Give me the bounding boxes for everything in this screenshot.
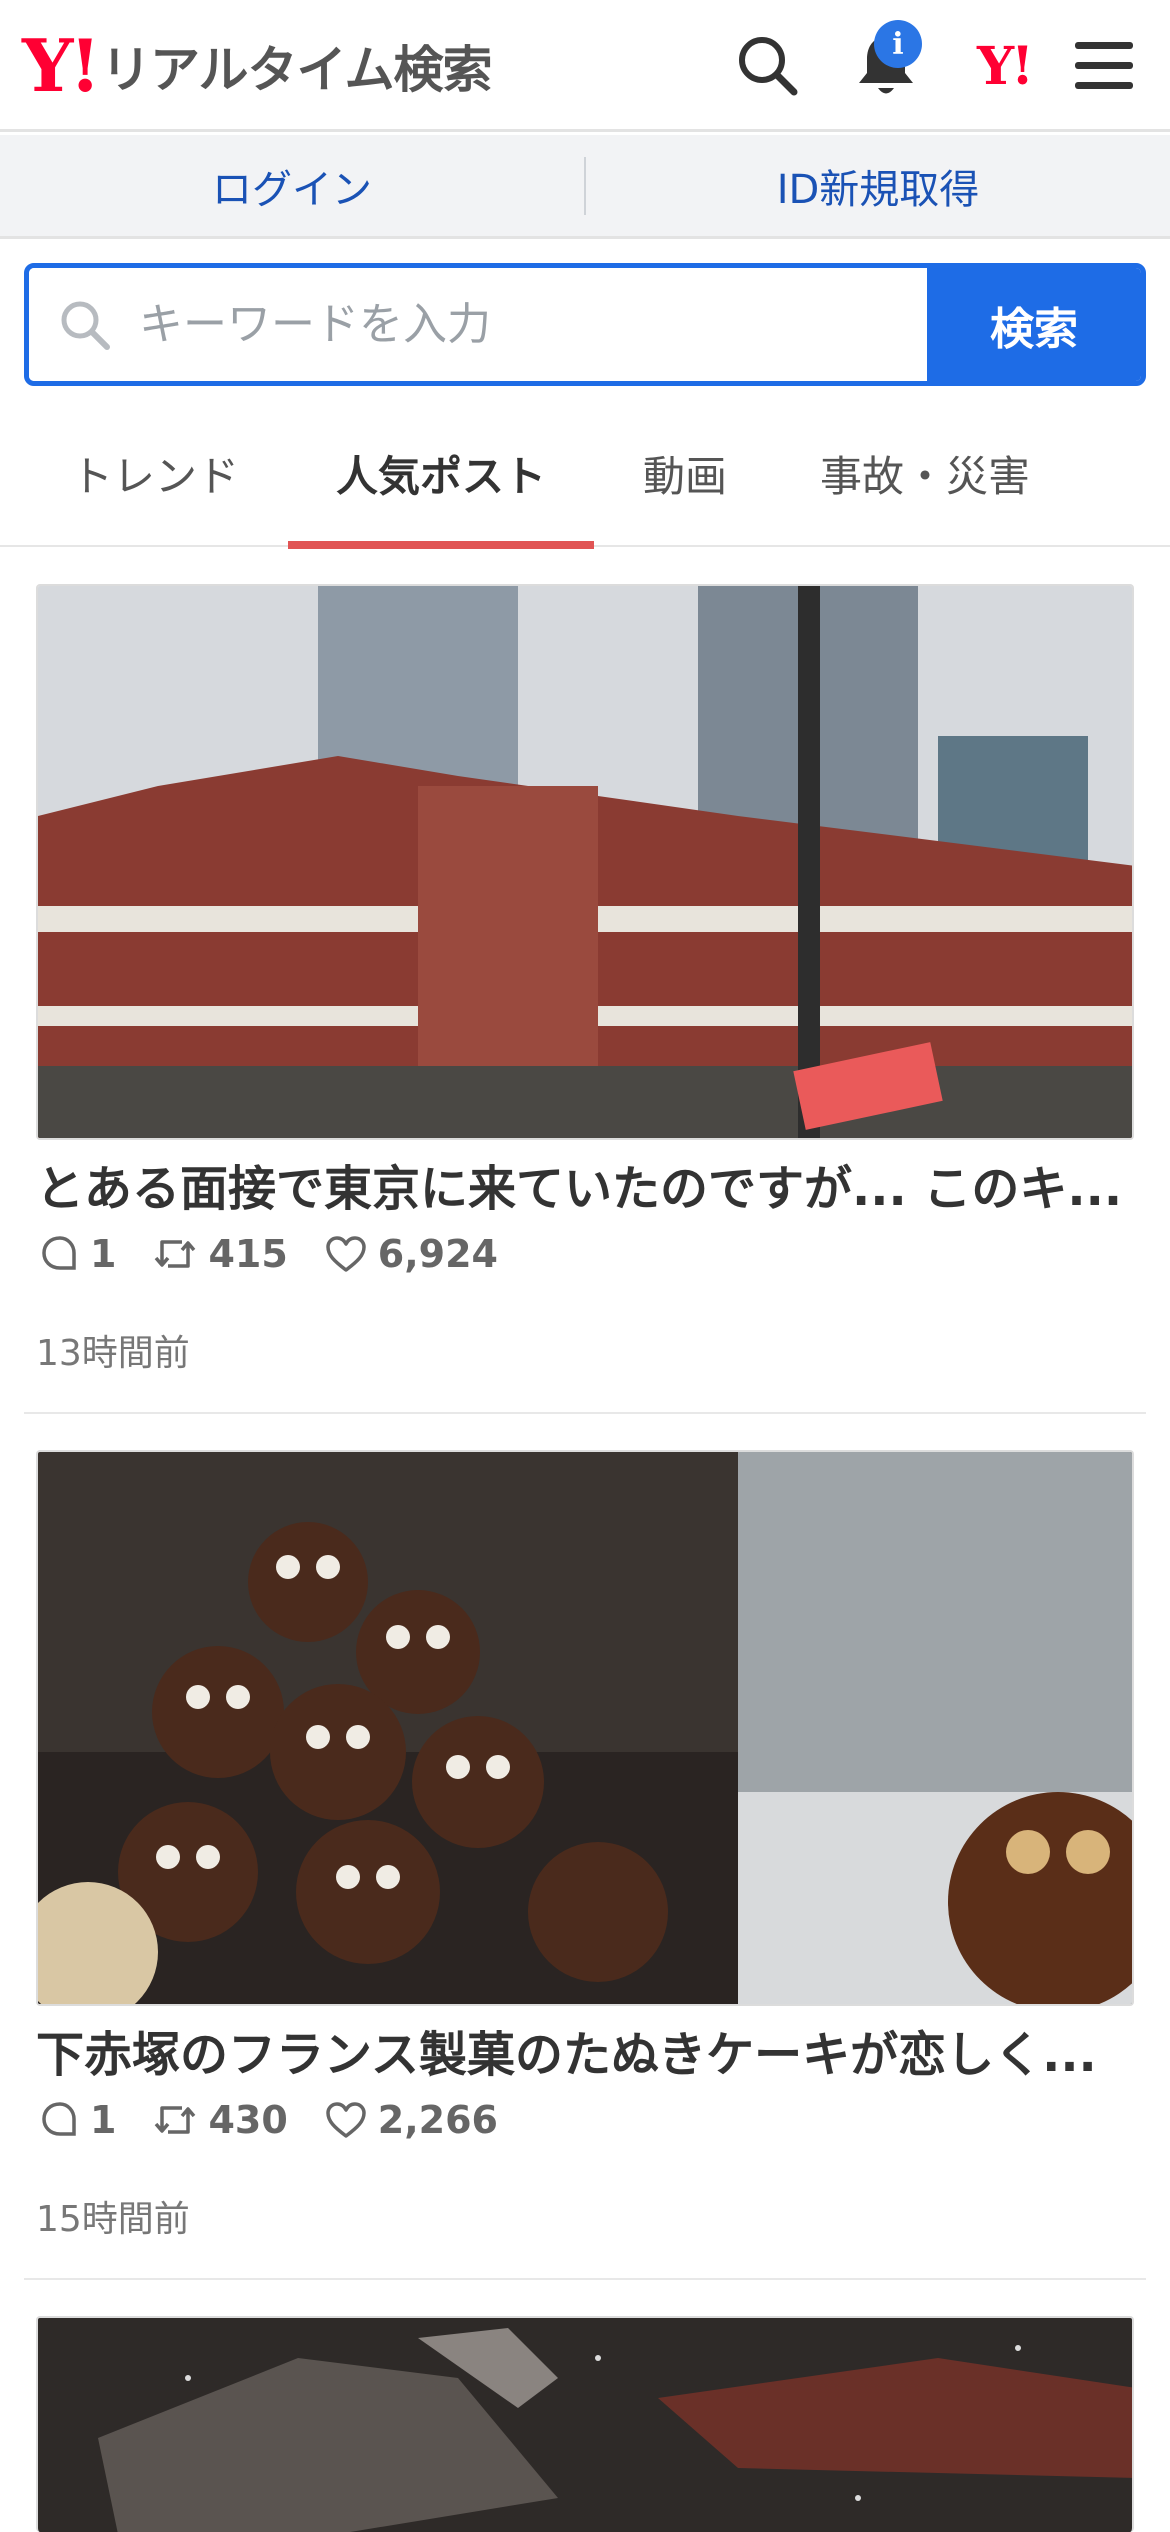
repost-count[interactable]: 415 — [152, 1232, 288, 1276]
post-divider — [24, 2278, 1146, 2280]
tab-popular-posts[interactable]: 人気ポスト — [288, 400, 594, 549]
tab-trend[interactable]: トレンド — [40, 400, 270, 547]
search-form: 検索 — [24, 263, 1146, 386]
post-stats: 1 415 6,924 — [40, 1229, 534, 1279]
account-bar: ログイン ID新規取得 — [0, 135, 1170, 239]
repost-icon — [155, 2106, 196, 2134]
like-count[interactable]: 2,266 — [324, 2098, 498, 2142]
service-name: リアルタイム検索 — [101, 41, 492, 99]
like-count[interactable]: 6,924 — [324, 1232, 498, 1276]
search-icon[interactable] — [730, 28, 806, 104]
reply-icon — [42, 2102, 76, 2136]
tokyo-station-photo-icon — [38, 586, 1132, 1138]
tab-video[interactable]: 動画 — [610, 400, 760, 547]
post-title[interactable]: とある面接で東京に来ていたのですが... このキ... — [36, 1154, 1134, 1224]
app-header: Y! リアルタイム検索 i Y! — [0, 0, 1170, 132]
post-timestamp: 13時間前 — [36, 1333, 190, 1374]
post-divider — [24, 1412, 1146, 1414]
repost-count-value: 415 — [208, 1232, 288, 1276]
repost-count[interactable]: 430 — [152, 2098, 288, 2142]
register-id-link[interactable]: ID新規取得 — [586, 157, 1170, 215]
post-title[interactable]: 下赤塚のフランス製菓のたぬきケーキが恋しく... — [36, 2020, 1134, 2090]
search-button[interactable]: 検索 — [927, 268, 1141, 381]
reply-count[interactable]: 1 — [40, 2098, 116, 2142]
login-link[interactable]: ログイン — [0, 157, 584, 215]
repost-icon — [155, 1240, 196, 1268]
search-input[interactable] — [139, 299, 839, 350]
post-timestamp: 15時間前 — [36, 2199, 190, 2240]
post-stats: 1 430 2,266 — [40, 2095, 534, 2145]
search-field-icon — [61, 301, 110, 350]
post-image[interactable] — [36, 2316, 1134, 2532]
notification-badge: i — [874, 20, 922, 68]
post-image[interactable] — [36, 584, 1134, 1140]
tanuki-cake-photo-icon — [38, 1452, 1132, 2004]
reply-count[interactable]: 1 — [40, 1232, 116, 1276]
post-image[interactable] — [36, 1450, 1134, 2006]
yahoo-japan-top-icon[interactable]: Y! — [966, 28, 1042, 104]
repost-count-value: 430 — [208, 2098, 288, 2142]
tab-accident-disaster[interactable]: 事故・災害 — [790, 400, 1060, 547]
menu-icon[interactable] — [1066, 28, 1142, 104]
reply-count-value: 1 — [90, 1232, 117, 1276]
yahoo-mini-logo: Y! — [977, 35, 1034, 97]
reply-count-value: 1 — [90, 2098, 117, 2142]
yahoo-realtime-logo[interactable]: Y! リアルタイム検索 — [22, 23, 493, 108]
like-count-value: 6,924 — [377, 1232, 498, 1276]
search-field — [29, 268, 927, 381]
like-count-value: 2,266 — [377, 2098, 498, 2142]
dark-scene-photo-icon — [38, 2318, 1132, 2532]
tab-bar: トレンド 人気ポスト 動画 事故・災害 — [0, 400, 1170, 549]
notification-bell-icon[interactable]: i — [848, 20, 924, 104]
heart-icon — [326, 1236, 366, 1272]
reply-icon — [42, 1236, 76, 1270]
yahoo-logo-mark: Y! — [22, 23, 101, 108]
heart-icon — [326, 2102, 366, 2138]
